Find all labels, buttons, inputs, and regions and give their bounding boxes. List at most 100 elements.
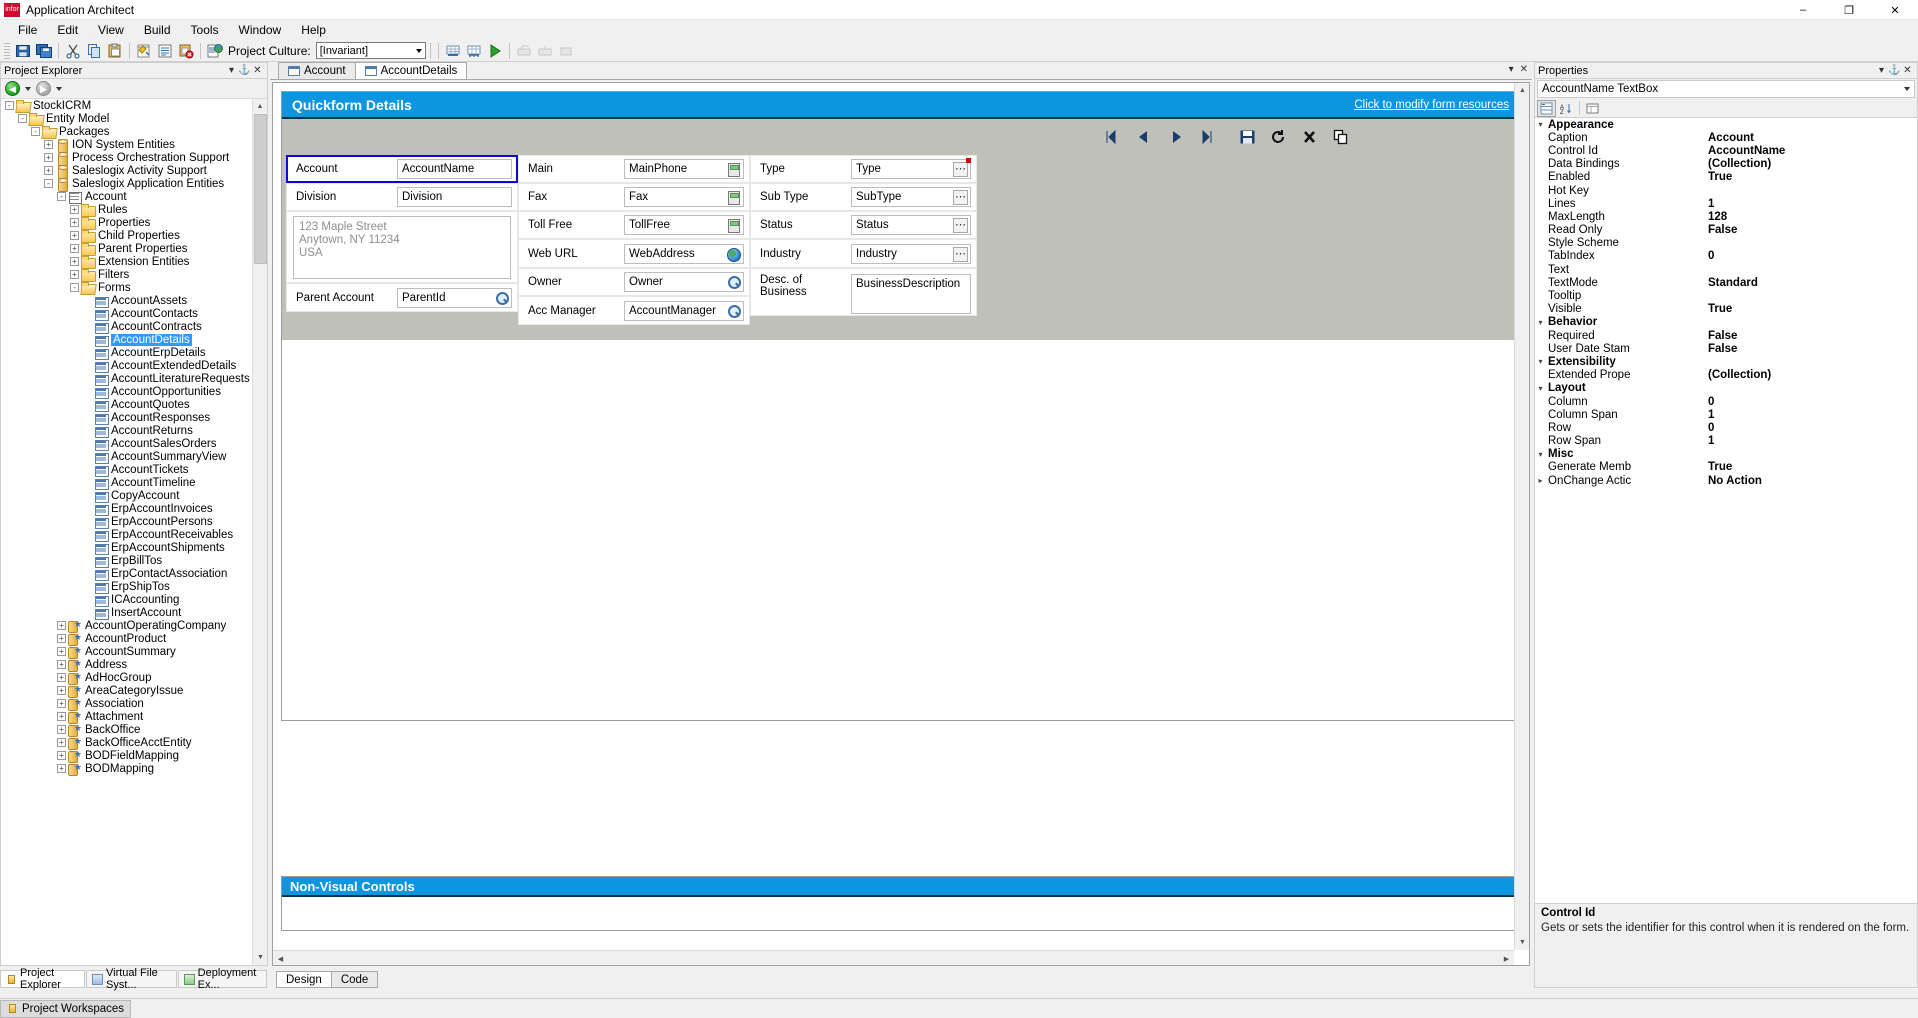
tab-code[interactable]: Code [330, 971, 379, 988]
menu-tools[interactable]: Tools [181, 21, 229, 39]
expand-icon[interactable]: + [57, 725, 66, 734]
previous-record-icon[interactable] [1136, 130, 1149, 144]
property-category-row[interactable]: ▾ Misc [1535, 447, 1917, 461]
expand-icon[interactable]: + [57, 621, 66, 630]
scroll-up-icon[interactable]: ▲ [253, 99, 267, 114]
close-button[interactable]: ✕ [1872, 0, 1918, 20]
tree-item[interactable]: + Saleslogix Activity Support [1, 164, 252, 179]
property-value[interactable]: 1 [1706, 409, 1917, 421]
tree-item[interactable]: AccountSummaryView [1, 450, 252, 464]
alphabetical-view-button[interactable]: AZ [1557, 100, 1576, 117]
collapse-icon[interactable]: - [57, 192, 66, 201]
property-row[interactable]: Column Span 1 [1535, 408, 1917, 421]
tab-close-icon[interactable]: ✕ [1520, 64, 1528, 75]
field-division-input[interactable]: Division [397, 187, 512, 207]
property-row[interactable]: TextMode Standard [1535, 276, 1917, 289]
expand-icon[interactable]: + [57, 634, 66, 643]
field-owner-input[interactable]: Owner [624, 272, 744, 292]
tree-item[interactable]: AccountAssets [1, 294, 252, 308]
tree-item[interactable]: - Packages [1, 125, 252, 138]
tab-virtual-file-system[interactable]: Virtual File Syst... [86, 967, 177, 991]
expand-icon[interactable]: + [70, 270, 79, 279]
expand-icon[interactable]: + [70, 244, 79, 253]
field-parent-account[interactable]: Parent Account ParentId [286, 283, 518, 312]
field-web-url[interactable]: Web URL WebAddress [518, 239, 750, 268]
first-record-icon[interactable] [1105, 130, 1122, 144]
tree-item[interactable]: + Rules [1, 203, 252, 217]
categorized-view-button[interactable] [1537, 99, 1556, 117]
magnifier-icon[interactable] [726, 304, 741, 319]
tree-item[interactable]: ErpShipTos [1, 580, 252, 594]
scroll-down-icon[interactable]: ▼ [253, 950, 267, 965]
property-category-row[interactable]: ▾ Appearance [1535, 118, 1917, 132]
tree-item[interactable]: AccountOpportunities [1, 385, 252, 399]
tree-item[interactable]: ErpContactAssociation [1, 567, 252, 581]
tree-item[interactable]: AccountDetails [1, 333, 252, 347]
last-record-icon[interactable] [1198, 130, 1215, 144]
field-fax[interactable]: Fax Fax [518, 183, 750, 211]
field-division[interactable]: Division Division [286, 183, 518, 211]
field-sub-type[interactable]: Sub Type SubType ⋯ [750, 183, 977, 211]
field-account[interactable]: Account AccountName [286, 155, 518, 183]
property-row[interactable]: Lines 1 [1535, 197, 1917, 210]
collapse-icon[interactable]: ▾ [1535, 318, 1546, 327]
collapse-icon[interactable]: - [70, 283, 79, 292]
tree-item[interactable]: CopyAccount [1, 489, 252, 503]
expand-icon[interactable]: + [44, 140, 53, 149]
delete-icon[interactable] [1301, 129, 1318, 145]
navigate-back-icon[interactable]: ◀ [5, 81, 20, 96]
run-icon[interactable] [485, 41, 505, 61]
property-row[interactable]: MaxLength 128 [1535, 210, 1917, 223]
new-item-icon[interactable] [134, 41, 154, 61]
property-row[interactable]: Extended Prope (Collection) [1535, 369, 1917, 382]
collapse-icon[interactable]: ▾ [1535, 357, 1546, 366]
tab-list-icon[interactable]: ▾ [1509, 64, 1514, 75]
field-main-input[interactable]: MainPhone [624, 159, 744, 179]
tree-item[interactable]: + Filters [1, 268, 252, 282]
field-desc-of-business-input[interactable]: BusinessDescription [851, 274, 971, 314]
add-table-icon[interactable] [443, 41, 463, 61]
property-value[interactable]: 1 [1706, 198, 1917, 210]
forward-dropdown-icon[interactable] [56, 86, 62, 91]
property-row[interactable]: Visible True [1535, 303, 1917, 316]
property-row[interactable]: Required False [1535, 329, 1917, 342]
field-toll-free[interactable]: Toll Free TollFree [518, 211, 750, 239]
cut-icon[interactable] [63, 41, 83, 61]
phone-icon[interactable] [726, 162, 741, 177]
tree-item[interactable]: + BackOfficeAcctEntity [1, 736, 252, 750]
field-acc-manager[interactable]: Acc Manager AccountManager [518, 296, 750, 325]
property-value[interactable]: 0 [1706, 250, 1917, 262]
designer-vertical-scrollbar[interactable]: ▲ ▼ [1514, 83, 1529, 950]
project-tree-scrollbar[interactable]: ▲ ▼ [252, 99, 267, 965]
modify-form-resources-link[interactable]: Click to modify form resources [1354, 99, 1509, 111]
tree-item[interactable]: AccountErpDetails [1, 346, 252, 360]
property-row[interactable]: Enabled True [1535, 171, 1917, 184]
ellipsis-icon[interactable]: ⋯ [953, 246, 968, 262]
field-parent-account-input[interactable]: ParentId [397, 287, 512, 308]
tree-item[interactable]: AccountTimeline [1, 476, 252, 490]
tree-item[interactable]: AccountTickets [1, 463, 252, 477]
menu-file[interactable]: File [8, 21, 47, 39]
panel-close-icon[interactable]: ✕ [251, 65, 264, 76]
field-address[interactable]: 123 Maple Street Anytown, NY 11234 USA [286, 211, 518, 283]
expand-icon[interactable]: + [57, 751, 66, 760]
tree-item[interactable]: - Account [1, 190, 252, 204]
tree-item[interactable]: + Child Properties [1, 229, 252, 243]
refresh-icon[interactable] [1270, 129, 1287, 145]
navigate-forward-icon[interactable]: ▶ [36, 81, 51, 96]
tree-item[interactable]: AccountQuotes [1, 398, 252, 412]
menu-window[interactable]: Window [229, 21, 292, 39]
collapse-icon[interactable]: ▾ [1535, 384, 1546, 393]
tree-item[interactable]: ErpAccountInvoices [1, 502, 252, 516]
property-value[interactable]: Account [1706, 132, 1917, 144]
properties-pin-icon[interactable]: ⚓ [1888, 65, 1901, 76]
tree-item[interactable]: + BODFieldMapping [1, 749, 252, 763]
property-row[interactable]: User Date Stam False [1535, 342, 1917, 355]
properties-menu-icon[interactable]: ▾ [1875, 65, 1888, 76]
scroll-left-icon[interactable]: ◀ [273, 951, 288, 965]
paste-icon[interactable] [105, 41, 125, 61]
tree-item[interactable]: AccountExtendedDetails [1, 359, 252, 373]
field-industry[interactable]: Industry Industry ⋯ [750, 239, 977, 268]
property-row[interactable]: ▸ OnChange Actic No Action [1535, 474, 1917, 487]
tree-item[interactable]: AccountReturns [1, 424, 252, 438]
